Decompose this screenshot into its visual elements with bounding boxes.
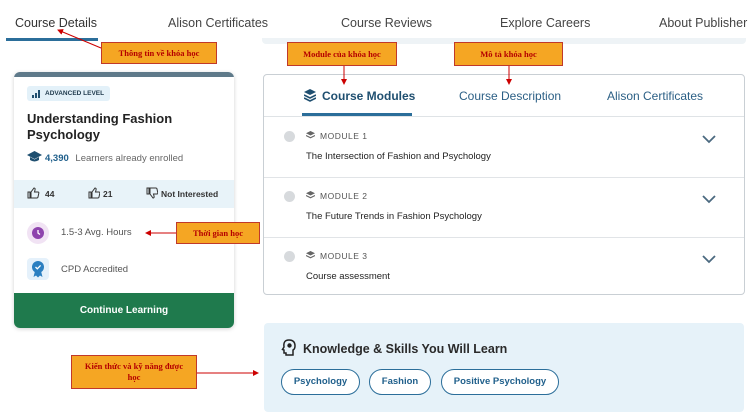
annotation-study-time: Thời gian học (176, 222, 260, 244)
annotation-course-description: Mô tả khóa học (454, 42, 563, 66)
annotation-course-info: Thông tin về khóa học (101, 42, 217, 64)
annotation-course-module: Module của khóa học (287, 42, 397, 66)
annotation-skills-learned: Kiến thức và kỹ năng được học (71, 355, 197, 389)
